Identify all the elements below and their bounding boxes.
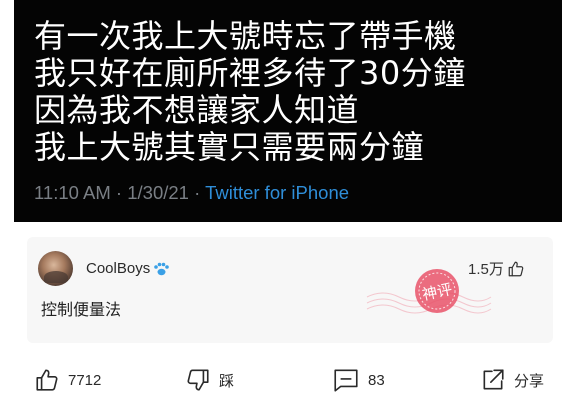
tweet-timestamp: 11:10 AM · 1/30/21 ·	[34, 182, 206, 203]
top-comment-card[interactable]: CoolBoys 神评 1.5万 控制便量法	[27, 237, 553, 343]
tweet-line: 我只好在廁所裡多待了30分鐘	[34, 54, 466, 92]
username[interactable]: CoolBoys	[86, 260, 150, 277]
comment-like[interactable]: 1.5万	[468, 258, 525, 279]
share-label: 分享	[514, 372, 545, 390]
comment-icon	[334, 369, 358, 392]
comment-author[interactable]: CoolBoys	[86, 260, 170, 277]
paw-icon	[154, 262, 170, 275]
thumbs-up-icon	[508, 261, 524, 276]
comment-text: 控制便量法	[41, 300, 122, 319]
thumbs-down-icon	[187, 369, 209, 391]
tweet-source-link[interactable]: Twitter for iPhone	[205, 182, 349, 203]
thumbs-up-icon	[36, 369, 58, 391]
comment-button[interactable]: 83	[332, 366, 385, 394]
like-count: 7712	[68, 371, 102, 389]
tweet-line: 因為我不想讓家人知道	[34, 91, 360, 129]
tweet-line: 我上大號其實只需要兩分鐘	[34, 128, 425, 166]
dislike-button[interactable]: 踩	[185, 366, 234, 394]
tweet-meta: 11:10 AM · 1/30/21 · Twitter for iPhone	[34, 182, 349, 204]
avatar[interactable]	[38, 251, 73, 286]
share-icon	[483, 369, 504, 390]
tweet-screenshot: 有一次我上大號時忘了帶手機 我只好在廁所裡多待了30分鐘 因為我不想讓家人知道 …	[14, 0, 562, 222]
comment-count: 83	[368, 371, 385, 389]
like-button[interactable]: 7712	[34, 366, 101, 394]
tweet-line: 有一次我上大號時忘了帶手機	[34, 17, 457, 55]
comment-like-count: 1.5万	[468, 261, 504, 278]
dislike-label: 踩	[219, 372, 235, 390]
tweet-text: 有一次我上大號時忘了帶手機 我只好在廁所裡多待了30分鐘 因為我不想讓家人知道 …	[34, 18, 466, 166]
share-button[interactable]: 分享	[480, 366, 544, 394]
